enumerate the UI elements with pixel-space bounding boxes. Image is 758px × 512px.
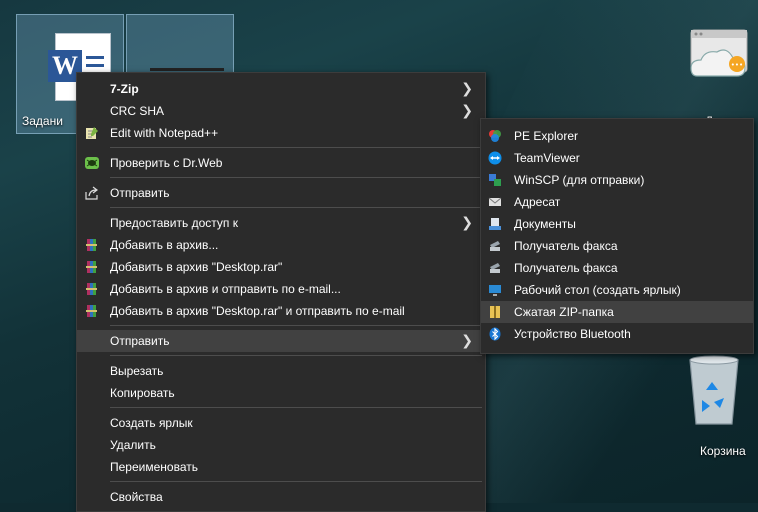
winrar-icon	[85, 304, 99, 318]
chevron-right-icon: ❯	[461, 214, 473, 230]
menu-item-label: Переименовать	[110, 460, 198, 474]
menu-item-add-to-desktop-rar[interactable]: Добавить в архив "Desktop.rar"	[77, 256, 485, 278]
submenu-item-label: Документы	[514, 217, 576, 231]
mail-recipient-icon	[488, 195, 502, 209]
teamviewer-icon	[488, 151, 502, 165]
menu-item-copy[interactable]: Копировать	[77, 382, 485, 404]
submenu-item-desktop-shortcut[interactable]: Рабочий стол (создать ярлык)	[481, 279, 753, 301]
submenu-item-label: Устройство Bluetooth	[514, 327, 631, 341]
submenu-item-fax-recipient-1[interactable]: Получатель факса	[481, 235, 753, 257]
menu-separator	[110, 207, 482, 208]
menu-separator	[110, 147, 482, 148]
submenu-item-zip-folder[interactable]: Сжатая ZIP-папка	[481, 301, 753, 323]
menu-item-add-to-desktop-rar-email[interactable]: Добавить в архив "Desktop.rar" и отправи…	[77, 300, 485, 322]
recycle-bin-icon	[689, 355, 739, 425]
desktop-shortcut-icon	[488, 283, 502, 297]
menu-item-label: Создать ярлык	[110, 416, 193, 430]
winscp-icon	[488, 173, 502, 187]
desktop-icon-recycle-bin[interactable]	[684, 352, 744, 428]
svg-text:•••: •••	[731, 61, 743, 69]
menu-item-label: Проверить с Dr.Web	[110, 156, 223, 170]
file-thumbnail-strip	[150, 68, 224, 71]
drweb-spider-icon	[85, 156, 99, 170]
submenu-item-label: TeamViewer	[514, 151, 580, 165]
notepad-plus-plus-icon	[85, 126, 99, 140]
submenu-item-label: Адресат	[514, 195, 561, 209]
menu-item-drweb-check[interactable]: Проверить с Dr.Web	[77, 152, 485, 174]
submenu-item-bluetooth[interactable]: Устройство Bluetooth	[481, 323, 753, 345]
winrar-icon	[85, 282, 99, 296]
menu-item-label: Предоставить доступ к	[110, 216, 238, 230]
bluetooth-icon	[488, 327, 502, 341]
submenu-item-label: Рабочий стол (создать ярлык)	[514, 283, 681, 297]
submenu-item-label: WinSCP (для отправки)	[514, 173, 645, 187]
menu-item-label: Удалить	[110, 438, 156, 452]
menu-item-7zip[interactable]: 7-Zip ❯	[77, 78, 485, 100]
fax-icon	[488, 261, 502, 275]
menu-separator	[110, 407, 482, 408]
submenu-item-label: PE Explorer	[514, 129, 579, 143]
menu-item-create-shortcut[interactable]: Создать ярлык	[77, 412, 485, 434]
submenu-item-mail-recipient[interactable]: Адресат	[481, 191, 753, 213]
menu-item-give-access[interactable]: Предоставить доступ к ❯	[77, 212, 485, 234]
share-icon	[85, 186, 99, 200]
submenu-item-winscp[interactable]: WinSCP (для отправки)	[481, 169, 753, 191]
chevron-right-icon: ❯	[461, 102, 473, 118]
submenu-item-documents[interactable]: Документы	[481, 213, 753, 235]
menu-item-edit-notepadpp[interactable]: Edit with Notepad++	[77, 122, 485, 144]
submenu-item-label: Получатель факса	[514, 239, 618, 253]
menu-separator	[110, 481, 482, 482]
menu-item-cut[interactable]: Вырезать	[77, 360, 485, 382]
menu-item-label: Добавить в архив...	[110, 238, 219, 252]
menu-item-label: Копировать	[110, 386, 175, 400]
menu-item-label: 7-Zip	[110, 82, 139, 96]
menu-item-label: Добавить в архив и отправить по e-mail..…	[110, 282, 341, 296]
menu-item-label: Отправить	[110, 334, 170, 348]
menu-item-crc-sha[interactable]: CRC SHA ❯	[77, 100, 485, 122]
chevron-right-icon: ❯	[461, 332, 473, 348]
cloud-window-icon: •••	[690, 29, 748, 77]
menu-item-label: CRC SHA	[110, 104, 165, 118]
desktop-icon-other[interactable]: •••	[683, 28, 753, 94]
menu-item-share[interactable]: Отправить	[77, 182, 485, 204]
context-menu: 7-Zip ❯ CRC SHA ❯ Edit with Notepad++ Пр…	[76, 72, 486, 512]
menu-item-label: Вырезать	[110, 364, 164, 378]
menu-item-add-to-archive[interactable]: Добавить в архив...	[77, 234, 485, 256]
menu-separator	[110, 325, 482, 326]
pe-explorer-icon	[488, 129, 502, 143]
submenu-item-pe-explorer[interactable]: PE Explorer	[481, 125, 753, 147]
send-to-submenu: PE Explorer TeamViewer WinSCP (для отпра…	[480, 118, 754, 354]
documents-icon	[488, 217, 502, 231]
menu-item-label: Edit with Notepad++	[110, 126, 219, 140]
menu-item-label: Свойства	[110, 490, 163, 504]
winrar-icon	[85, 260, 99, 274]
winrar-icon	[85, 238, 99, 252]
menu-item-rename[interactable]: Переименовать	[77, 456, 485, 478]
desktop-icon-word-label: Задани	[22, 114, 63, 128]
menu-item-send-to[interactable]: Отправить ❯	[77, 330, 485, 352]
chevron-right-icon: ❯	[461, 80, 473, 96]
menu-item-label: Отправить	[110, 186, 170, 200]
menu-item-label: Добавить в архив "Desktop.rar" и отправи…	[110, 304, 405, 318]
menu-item-add-to-archive-email[interactable]: Добавить в архив и отправить по e-mail..…	[77, 278, 485, 300]
menu-item-label: Добавить в архив "Desktop.rar"	[110, 260, 283, 274]
zip-folder-icon	[488, 305, 502, 319]
submenu-item-label: Получатель факса	[514, 261, 618, 275]
submenu-item-fax-recipient-2[interactable]: Получатель факса	[481, 257, 753, 279]
menu-item-delete[interactable]: Удалить	[77, 434, 485, 456]
fax-icon	[488, 239, 502, 253]
menu-separator	[110, 177, 482, 178]
menu-item-properties[interactable]: Свойства	[77, 486, 485, 508]
submenu-item-teamviewer[interactable]: TeamViewer	[481, 147, 753, 169]
submenu-item-label: Сжатая ZIP-папка	[514, 305, 614, 319]
recycle-bin-label: Корзина	[700, 444, 746, 458]
menu-separator	[110, 355, 482, 356]
